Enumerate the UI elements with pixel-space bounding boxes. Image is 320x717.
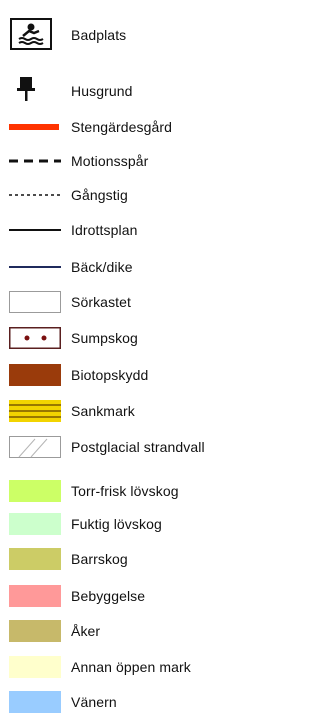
legend-row-barrskog: Barrskog xyxy=(0,544,253,574)
striped-box-symbol xyxy=(9,400,61,422)
legend-label: Badplats xyxy=(71,27,127,43)
legend-row-motionsspar: Motionsspår xyxy=(0,146,253,176)
legend-label: Barrskog xyxy=(71,551,128,567)
fill-box-symbol xyxy=(9,691,61,713)
dots-box-symbol xyxy=(9,327,61,349)
hatched-box-symbol xyxy=(9,436,61,458)
legend-label: Motionsspår xyxy=(71,153,149,169)
legend-row-postglacial-strandvall: Postglacial strandvall xyxy=(0,432,253,462)
legend-row-gangstig: Gångstig xyxy=(0,180,253,210)
fill-box-symbol xyxy=(9,585,61,607)
legend-row-sumpskog: Sumpskog xyxy=(0,323,253,353)
legend-row-biotopskydd: Biotopskydd xyxy=(0,360,253,390)
legend-label: Annan öppen mark xyxy=(71,659,191,675)
legend-row-back-dike: Bäck/dike xyxy=(0,252,253,282)
legend-label: Postglacial strandvall xyxy=(71,439,205,455)
legend-row-fuktig-lovskog: Fuktig lövskog xyxy=(0,509,253,539)
legend-row-badplats: Badplats xyxy=(0,18,253,50)
legend-label: Torr-frisk lövskog xyxy=(71,483,179,499)
fill-box-symbol xyxy=(9,548,61,570)
map-legend: Badplats Husgrund Stengärdesgård Motions… xyxy=(0,0,253,714)
legend-row-aker: Åker xyxy=(0,616,253,646)
legend-label: Husgrund xyxy=(71,83,133,99)
dashed-line-symbol xyxy=(9,150,61,172)
pin-icon xyxy=(16,76,36,102)
legend-label: Åker xyxy=(71,623,101,639)
legend-label: Biotopskydd xyxy=(71,367,149,383)
legend-row-husgrund: Husgrund xyxy=(0,74,253,104)
legend-label: Bäck/dike xyxy=(71,259,133,275)
fill-box-symbol xyxy=(9,364,61,386)
dotted-line-symbol xyxy=(9,184,61,206)
fill-box-symbol xyxy=(9,620,61,642)
thin-line-symbol xyxy=(9,219,61,241)
legend-label: Sörkastet xyxy=(71,294,132,310)
thick-red-line-symbol xyxy=(9,116,61,138)
legend-row-vanern: Vänern xyxy=(0,687,253,717)
legend-row-idrottsplan: Idrottsplan xyxy=(0,215,253,245)
fill-box-symbol xyxy=(9,480,61,502)
legend-label: Stengärdesgård xyxy=(71,119,173,135)
thin-blue-line-symbol xyxy=(9,256,61,278)
fill-box-symbol xyxy=(9,513,61,535)
legend-row-annan-oppen-mark: Annan öppen mark xyxy=(0,652,253,682)
legend-label: Idrottsplan xyxy=(71,222,138,238)
outlined-box-symbol xyxy=(9,291,61,313)
legend-row-sorkastet: Sörkastet xyxy=(0,287,253,317)
legend-row-bebyggelse: Bebyggelse xyxy=(0,581,253,611)
legend-row-torr-frisk-lovskog: Torr-frisk lövskog xyxy=(0,476,253,506)
legend-label: Sankmark xyxy=(71,403,135,419)
swimmer-icon xyxy=(10,18,52,50)
legend-row-sankmark: Sankmark xyxy=(0,396,253,426)
legend-label: Sumpskog xyxy=(71,330,138,346)
fill-box-symbol xyxy=(9,656,61,678)
legend-label: Vänern xyxy=(71,694,117,710)
legend-label: Gångstig xyxy=(71,187,128,203)
legend-row-stengardesgard: Stengärdesgård xyxy=(0,112,253,142)
legend-label: Bebyggelse xyxy=(71,588,146,604)
legend-label: Fuktig lövskog xyxy=(71,516,162,532)
